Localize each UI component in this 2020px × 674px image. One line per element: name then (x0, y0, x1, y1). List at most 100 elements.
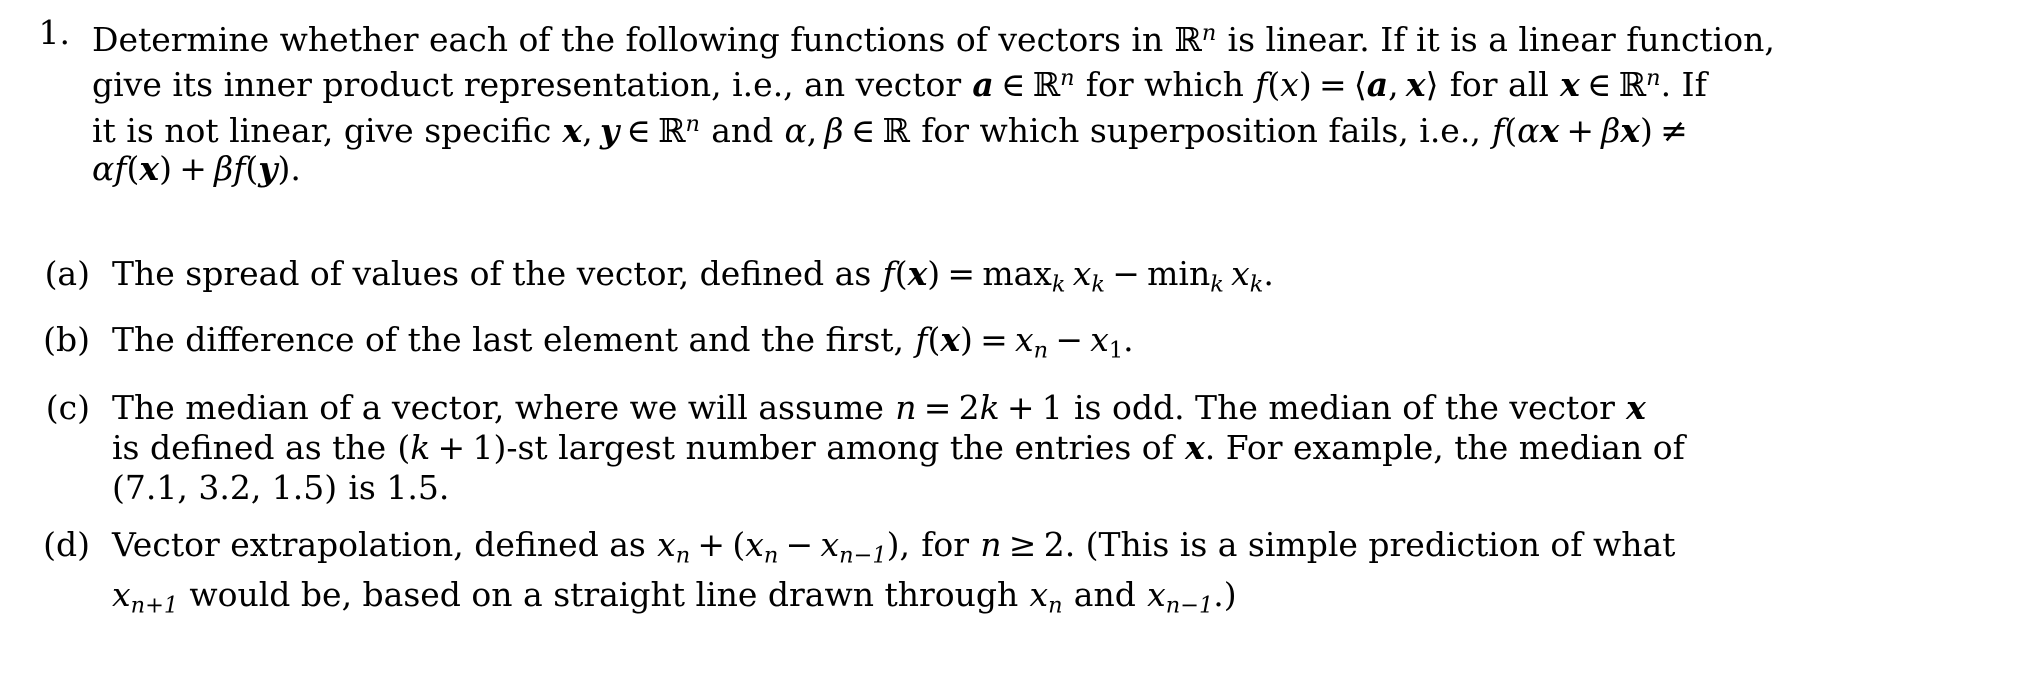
statement-line-3: it is not linear, give specific x, y ∈ ℝn and… (92, 105, 1932, 150)
subitem-a-line-1: The spread of values of the vector, defi… (112, 254, 2020, 304)
subitem-c-text-4: -st largest number among the entries of (506, 427, 1174, 467)
function-f: f (915, 320, 928, 360)
vector-x-inner: x (1405, 65, 1426, 105)
variable-x-nm1: x (1147, 574, 1166, 614)
vector-y: y (258, 148, 278, 188)
problem-number: 1. (38, 13, 71, 52)
scalar-beta-2: β (1601, 110, 1621, 150)
equals-sign: = (1319, 65, 1347, 105)
element-of-symbol-2: ∈ (1587, 65, 1612, 105)
scalar-alpha: α (784, 110, 807, 150)
paren-open: ( (1504, 110, 1518, 150)
line1-text-1: Determine whether each of the following … (92, 19, 1164, 59)
subscript-n-minus-1: n−1 (839, 541, 887, 568)
subitem-d-line-1: Vector extrapolation, defined as xn + (xn − x… (112, 525, 2020, 575)
angle-bracket-close: ⟩ (1425, 65, 1439, 105)
subscript-n-minus-1: n−1 (1165, 592, 1214, 619)
paren-close-2: ) (277, 148, 291, 188)
problem-item-1: 1. Determine whether each of the followi… (0, 13, 2020, 188)
statement-line-4: αf(x) + βf(y). (92, 148, 1932, 189)
median-example-numbers: (7.1, 3.2, 1.5) (112, 467, 338, 507)
paren-open: ( (1267, 65, 1281, 105)
subscript-1: 1 (1108, 337, 1124, 364)
subitem-d-line-2: xn+1 would be, based on a straight line d… (112, 575, 2020, 625)
line2-text-4: . If (1660, 65, 1707, 105)
subscript-n: n (675, 541, 691, 568)
blackboard-R-icon: ℝ (1618, 65, 1647, 105)
variable-n: n (980, 524, 1002, 564)
scalar-beta: β (824, 110, 844, 150)
line2-text-3: for all (1449, 65, 1549, 105)
vector-x-forall: x (1560, 65, 1580, 105)
subitem-d-text-1: Vector extrapolation, defined as (112, 524, 646, 564)
subitem-c-text-3: is defined as the (112, 427, 387, 467)
vector-a-inner: a (1366, 65, 1389, 105)
equals-sign: = (923, 387, 952, 427)
blackboard-R-icon: ℝ (658, 110, 686, 150)
element-of-symbol-2: ∈ (850, 110, 876, 150)
variable-x-2: x (745, 524, 764, 564)
variable-x-italic: x (1280, 65, 1299, 105)
line2-exponent-n-2: n (1646, 65, 1661, 92)
subitem-d-text-for: for (921, 524, 970, 564)
element-of-symbol: ∈ (1001, 65, 1026, 105)
paren-close: ) (159, 148, 172, 188)
subitem-a-text: The spread of values of the vector, defi… (112, 254, 872, 293)
vector-y: y (599, 110, 620, 150)
paren-close: ) (1298, 65, 1312, 105)
variable-x: x (657, 524, 676, 564)
subscript-n: n (1033, 337, 1049, 364)
subitem-c-text-6: is 1.5. (348, 467, 450, 507)
paren-open: ( (397, 427, 411, 467)
subitem-c-line-2: is defined as the (k +1)-st largest number… (112, 428, 2020, 468)
vector-x-3: x (1620, 110, 1641, 150)
plus-sign: + (437, 427, 466, 467)
blackboard-R-icon: ℝ (882, 110, 910, 150)
subitem-c-text-1: The median of a vector, where we will as… (112, 387, 884, 427)
variable-x-2: x (1090, 320, 1109, 360)
problem-statement: Determine whether each of the following … (70, 14, 2020, 188)
document-page: 1. Determine whether each of the followi… (0, 0, 2020, 674)
subitem-b-label: (b) (43, 320, 90, 360)
subitem-d-body: Vector extrapolation, defined as xn + (xn − x… (90, 525, 2020, 626)
number-1: 1 (472, 427, 494, 467)
subitem-b-line-1: The difference of the last element and t… (112, 320, 2020, 370)
variable-x-3: x (820, 524, 840, 564)
comma: , (1388, 65, 1399, 105)
vector-x: x (562, 110, 583, 150)
line1-text-2: is linear. If it is a linear function, (1227, 19, 1775, 59)
subscript-k: k (1051, 271, 1066, 298)
plus-sign: + (1006, 387, 1035, 427)
paren-open-2: ( (245, 148, 259, 188)
subscript-n: n (763, 541, 779, 568)
paren-close: ) (1640, 110, 1653, 150)
subitem-a: (a) The spread of values of the vector, … (0, 254, 2020, 304)
paren-open: ( (927, 320, 941, 360)
line3-text-3: for which superposition fails, i.e., (921, 110, 1481, 150)
vector-x: x (1626, 387, 1646, 427)
subitem-d-text-and: and (1073, 574, 1136, 614)
function-f-2: f (233, 148, 246, 188)
line3-exponent-n: n (685, 110, 700, 137)
comma: , (582, 110, 593, 150)
scalar-alpha-2: α (1517, 110, 1540, 150)
subitem-d-text-2: . (This is a simple prediction of what (1064, 524, 1676, 564)
subscript-n: n (1048, 592, 1063, 619)
subitem-b: (b) The difference of the last element a… (0, 320, 2020, 370)
vector-a: a (972, 65, 994, 105)
function-f: f (882, 254, 895, 293)
variable-k: k (410, 427, 431, 467)
subitem-a-label: (a) (44, 254, 90, 293)
plus-sign: + (697, 524, 726, 564)
line1-exponent-n: n (1201, 20, 1217, 46)
period: . (1123, 320, 1134, 360)
subitem-a-body: The spread of values of the vector, defi… (90, 254, 2020, 304)
subitem-list: (a) The spread of values of the vector, … (0, 254, 2020, 625)
greater-equal-sign: ≥ (1008, 524, 1037, 564)
function-f: f (1255, 65, 1268, 105)
vector-x-2: x (1539, 110, 1560, 150)
not-equal-sign: ≠ (1660, 110, 1688, 150)
subitem-c-line-3: (7.1, 3.2, 1.5) is 1.5. (112, 468, 2020, 508)
line3-text-1: it is not linear, give specific (92, 110, 552, 150)
subitem-c-line-1: The median of a vector, where we will as… (112, 388, 2020, 428)
